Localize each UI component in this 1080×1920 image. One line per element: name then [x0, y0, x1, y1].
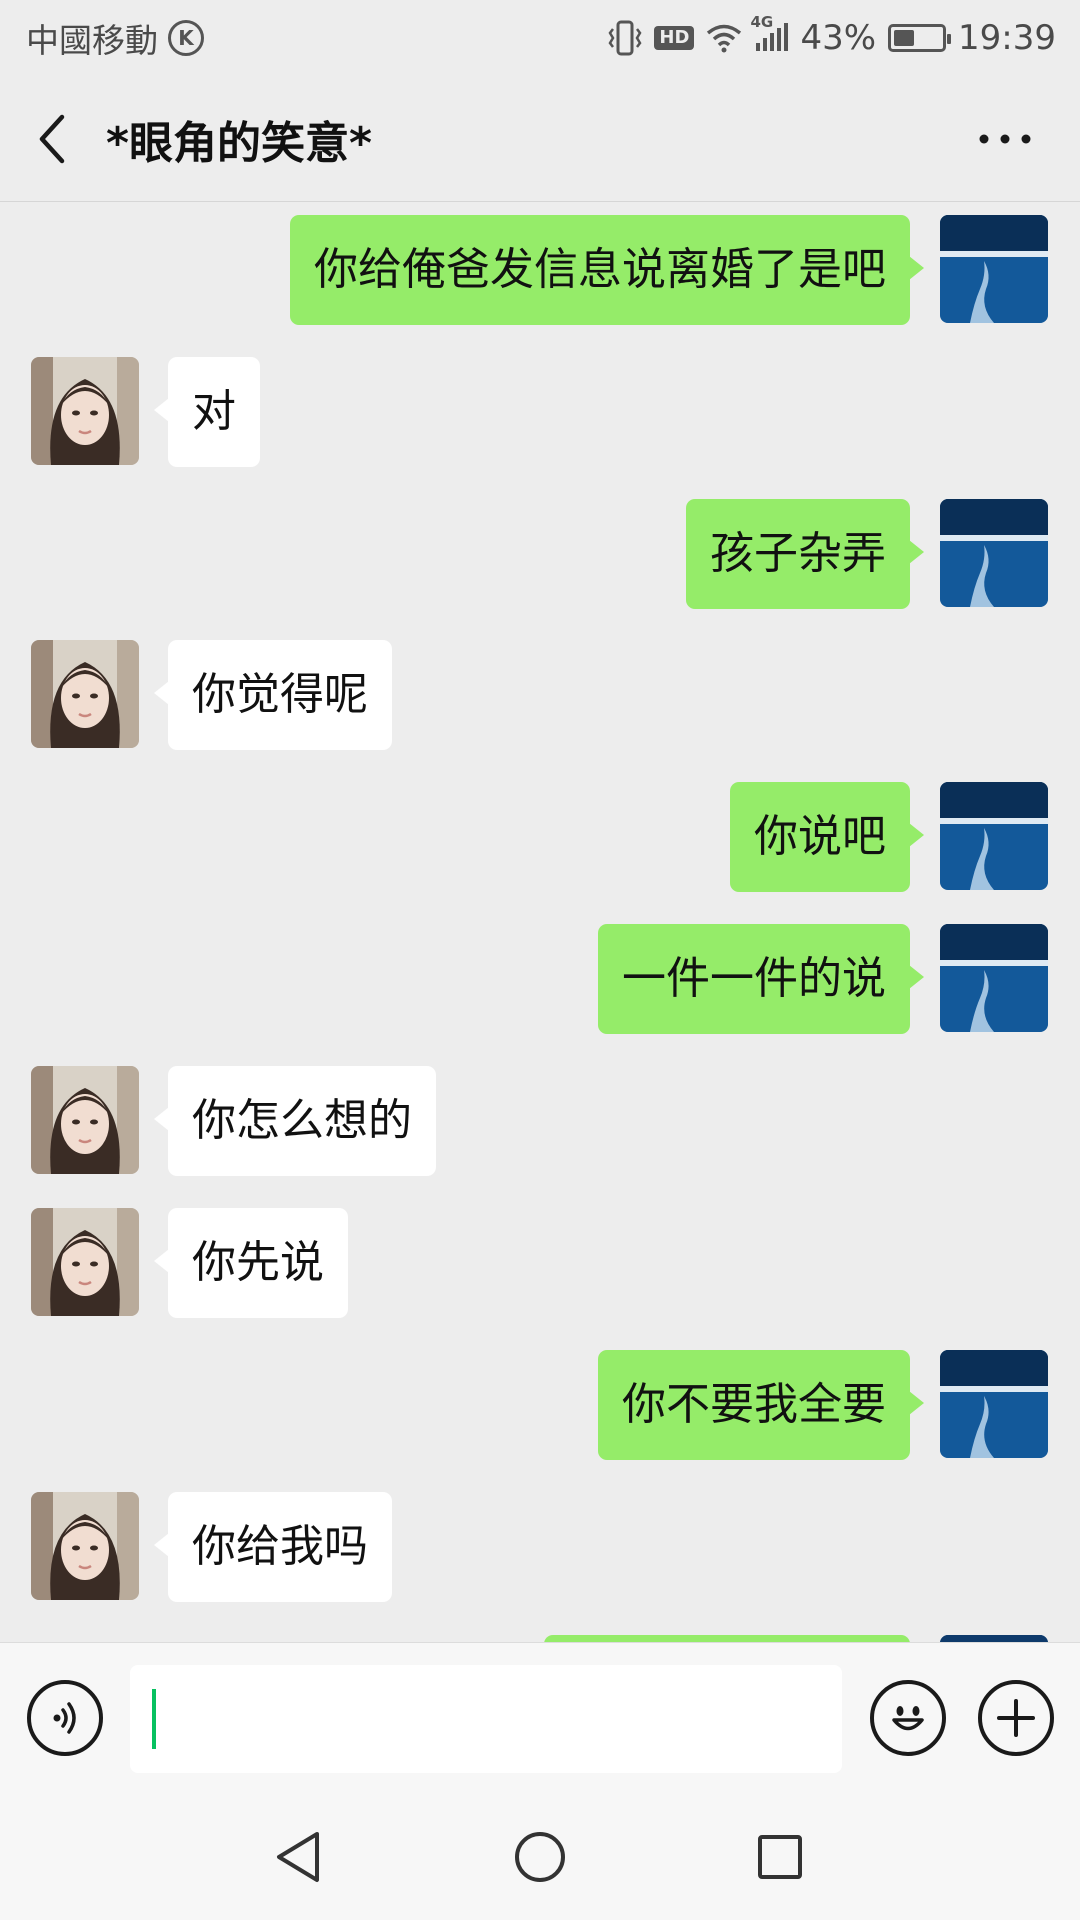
message-list[interactable]: 你给俺爸发信息说离婚了是吧对孩子杂弄你觉得呢你说吧一件一件的说你怎么想的你先说你…: [0, 203, 1080, 1643]
message-row-self: 你说吧: [0, 782, 1080, 892]
network-type: 4G: [750, 13, 774, 31]
message-row-other: 对: [0, 357, 1080, 467]
text-caret: [152, 1689, 156, 1749]
carrier-name: 中國移動: [26, 21, 158, 60]
input-bar: [0, 1642, 1080, 1794]
contact-avatar[interactable]: [31, 1066, 139, 1174]
message-bubble[interactable]: 一件一件的说: [598, 924, 924, 1034]
message-row-other: 你先说: [0, 1208, 1080, 1318]
message-row-self: 孩子杂弄: [0, 499, 1080, 609]
message-row-self: 你给俺爸发信息说离婚了是吧: [0, 215, 1080, 325]
vibrate-icon: [608, 19, 642, 57]
carrier-badge-icon: K: [168, 20, 204, 56]
message-row-self: 一件一件的说: [0, 924, 1080, 1034]
battery-level: [894, 30, 914, 46]
message-bubble[interactable]: 孩子杂弄: [686, 499, 924, 609]
self-avatar[interactable]: [940, 499, 1048, 607]
contact-avatar[interactable]: [31, 1208, 139, 1316]
system-nav-bar: [0, 1794, 1080, 1920]
message-bubble[interactable]: 你不要我全要: [598, 1350, 924, 1460]
message-row-other: 你觉得呢: [0, 640, 1080, 750]
chevron-left-icon: [39, 114, 65, 163]
triangle-back-icon: [277, 1832, 319, 1882]
self-avatar[interactable]: [940, 782, 1048, 890]
chat-header: *眼角的笑意*: [0, 76, 1080, 202]
voice-button[interactable]: [27, 1680, 103, 1756]
status-left: 中國移動 K: [26, 14, 204, 62]
status-bar: 中國移動 K HD 4G 43% 19:39: [0, 0, 1080, 76]
message-bubble[interactable]: 对: [154, 357, 260, 467]
plus-icon: [997, 1699, 1035, 1737]
system-home-button[interactable]: [507, 1824, 573, 1890]
message-bubble[interactable]: 你怎么想的: [154, 1066, 436, 1176]
self-avatar[interactable]: [940, 924, 1048, 1032]
contact-avatar[interactable]: [31, 357, 139, 465]
circle-home-icon: [515, 1832, 565, 1882]
square-recents-icon: [758, 1835, 802, 1879]
self-avatar[interactable]: [940, 215, 1048, 323]
system-back-button[interactable]: [265, 1824, 331, 1890]
system-recents-button[interactable]: [747, 1824, 813, 1890]
message-bubble[interactable]: 你给俺爸发信息说离婚了是吧: [290, 215, 924, 325]
message-bubble[interactable]: 你觉得呢: [154, 640, 392, 750]
message-row-self: 你不要我全要: [0, 1350, 1080, 1460]
message-input[interactable]: [130, 1665, 842, 1773]
status-right: HD 4G 43% 19:39: [608, 13, 1056, 58]
message-bubble[interactable]: 你说吧: [730, 782, 924, 892]
emoji-button[interactable]: [870, 1680, 946, 1756]
message-row-other: 你怎么想的: [0, 1066, 1080, 1176]
chat-title: *眼角的笑意*: [106, 117, 373, 169]
contact-avatar[interactable]: [31, 640, 139, 748]
message-bubble[interactable]: 你给我吗: [154, 1492, 392, 1602]
hd-icon: HD: [654, 26, 695, 50]
more-button[interactable]: [970, 114, 1040, 164]
emoji-icon: [892, 1706, 924, 1731]
voice-icon: [53, 1702, 76, 1734]
back-button[interactable]: [6, 76, 102, 202]
chat-screen: 中國移動 K HD 4G 43% 19:39 *眼角的笑意* 你给俺爸发信息说离…: [0, 0, 1080, 1920]
more-functions-button[interactable]: [978, 1680, 1054, 1756]
more-dots-icon: [979, 134, 1031, 144]
signal-icon: 4G: [750, 13, 789, 53]
wifi-icon: [706, 23, 742, 53]
self-avatar[interactable]: [940, 1350, 1048, 1458]
clock: 19:39: [958, 18, 1056, 58]
message-row-other: 你给我吗: [0, 1492, 1080, 1602]
contact-avatar[interactable]: [31, 1492, 139, 1600]
message-bubble[interactable]: 你先说: [154, 1208, 348, 1318]
battery-icon: [888, 24, 952, 52]
battery-percent: 43%: [800, 18, 877, 58]
